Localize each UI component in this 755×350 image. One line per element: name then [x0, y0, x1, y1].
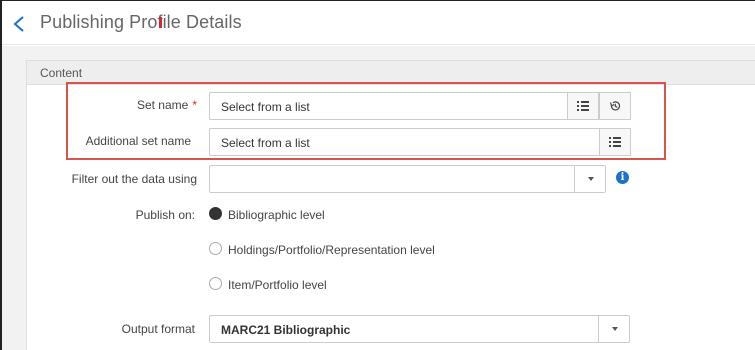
set-name-list-button[interactable] [567, 92, 599, 120]
section-header[interactable]: Content [27, 61, 755, 85]
output-format-select[interactable]: MARC21 Bibliographic [209, 315, 630, 343]
chevron-down-icon [587, 177, 594, 181]
additional-set-name-label: Additional set name [85, 134, 191, 148]
output-format-dropdown-button[interactable] [598, 315, 630, 343]
filter-label: Filter out the data using [71, 172, 197, 186]
page-header: Publishing Profile Details [2, 1, 755, 45]
filter-select[interactable] [209, 165, 606, 193]
publish-on-label: Publish on: [135, 208, 195, 222]
set-name-label: Set name * [60, 98, 197, 112]
list-icon [609, 137, 621, 147]
chevron-down-icon [611, 327, 618, 331]
info-icon[interactable]: i [616, 171, 629, 184]
required-star: * [192, 98, 197, 112]
radio-bibliographic-level[interactable] [209, 207, 222, 220]
section-title: Content [40, 66, 83, 80]
page-title: Publishing Profile Details [40, 12, 242, 32]
set-name-history-button[interactable] [599, 92, 631, 120]
list-icon [577, 101, 589, 111]
radio-item-level[interactable] [209, 277, 222, 290]
additional-set-name-placeholder: Select from a list [221, 136, 310, 150]
cursor-marker [159, 17, 162, 28]
set-name-placeholder: Select from a list [221, 100, 310, 114]
additional-set-name-field[interactable]: Select from a list [209, 128, 631, 156]
set-name-label-text: Set name [136, 98, 189, 112]
history-icon [609, 101, 621, 111]
additional-set-name-list-button[interactable] [599, 128, 631, 156]
radio-item-label: Item/Portfolio level [228, 278, 327, 292]
output-format-value: MARC21 Bibliographic [221, 323, 351, 337]
radio-holdings-level[interactable] [209, 242, 222, 255]
set-name-field[interactable]: Select from a list [209, 92, 631, 120]
radio-holdings-label: Holdings/Portfolio/Representation level [228, 243, 435, 257]
back-chevron-icon[interactable] [12, 15, 26, 33]
output-format-label: Output format [121, 322, 195, 336]
radio-bibliographic-label: Bibliographic level [228, 208, 325, 222]
filter-dropdown-button[interactable] [574, 165, 606, 193]
